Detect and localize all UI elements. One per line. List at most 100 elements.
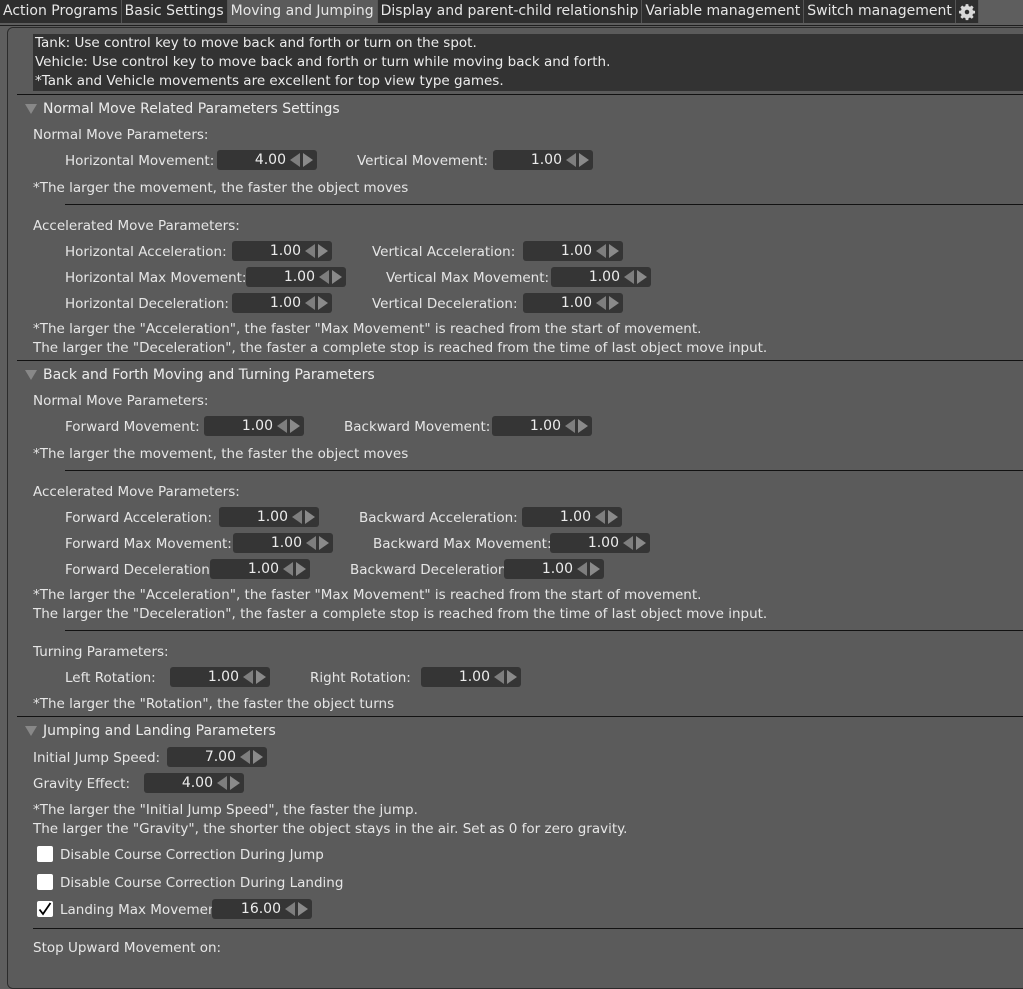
decrement-arrow-icon[interactable] [305, 296, 315, 310]
section-normal-move-header[interactable]: Normal Move Related Parameters Settings [25, 101, 340, 117]
increment-arrow-icon[interactable] [296, 562, 306, 576]
forward-deceleration-input[interactable]: 1.00 [210, 559, 310, 579]
tab-moving-and-jumping[interactable]: Moving and Jumping [227, 0, 378, 23]
increment-arrow-icon[interactable] [305, 510, 315, 524]
initial-jump-speed-input[interactable]: 7.00 [167, 747, 267, 767]
decrement-arrow-icon[interactable] [306, 536, 316, 550]
decrement-arrow-icon[interactable] [596, 296, 606, 310]
accelerated-move-heading: Accelerated Move Parameters: [33, 484, 240, 500]
deceleration-note: The larger the "Deceleration", the faste… [33, 606, 768, 622]
spin-value: 1.00 [559, 509, 591, 525]
left-rotation-input[interactable]: 1.00 [170, 667, 270, 687]
decrement-arrow-icon[interactable] [305, 244, 315, 258]
disable-landing-correction-label[interactable]: Disable Course Correction During Landing [60, 875, 343, 891]
divider [17, 94, 1023, 95]
increment-arrow-icon[interactable] [290, 419, 300, 433]
tab-switch-management[interactable]: Switch management [804, 0, 956, 23]
disable-jump-correction-checkbox[interactable] [37, 846, 53, 862]
section-title: Back and Forth Moving and Turning Parame… [43, 367, 375, 383]
horizontal-movement-input[interactable]: 4.00 [217, 150, 317, 170]
spin-value: 1.00 [283, 269, 315, 285]
info-line-tank: Tank: Use control key to move back and f… [35, 35, 477, 51]
landing-max-movement-checkbox[interactable] [37, 901, 53, 917]
right-rotation-input[interactable]: 1.00 [421, 667, 521, 687]
info-line-vehicle: Vehicle: Use control key to move back an… [35, 54, 611, 70]
tab-variable-management[interactable]: Variable management [642, 0, 805, 23]
backward-deceleration-input[interactable]: 1.00 [504, 559, 604, 579]
horizontal-acceleration-label: Horizontal Acceleration: [65, 244, 227, 260]
vertical-acceleration-input[interactable]: 1.00 [523, 241, 623, 261]
spin-value: 1.00 [529, 418, 561, 434]
increment-arrow-icon[interactable] [256, 670, 266, 684]
spin-value: 1.00 [270, 535, 302, 551]
decrement-arrow-icon[interactable] [277, 419, 287, 433]
settings-tab[interactable] [955, 0, 979, 23]
backward-movement-input[interactable]: 1.00 [492, 416, 592, 436]
increment-arrow-icon[interactable] [608, 510, 618, 524]
increment-arrow-icon[interactable] [319, 536, 329, 550]
increment-arrow-icon[interactable] [332, 270, 342, 284]
acceleration-note: *The larger the "Acceleration", the fast… [33, 321, 702, 337]
vertical-deceleration-input[interactable]: 1.00 [523, 293, 623, 313]
decrement-arrow-icon[interactable] [292, 510, 302, 524]
vertical-max-movement-input[interactable]: 1.00 [551, 267, 651, 287]
forward-movement-input[interactable]: 1.00 [204, 416, 304, 436]
tab-display-parent-child[interactable]: Display and parent-child relationship [377, 0, 643, 23]
horizontal-acceleration-input[interactable]: 1.00 [232, 241, 332, 261]
rotation-note: *The larger the "Rotation", the faster t… [33, 696, 395, 712]
increment-arrow-icon[interactable] [253, 750, 263, 764]
increment-arrow-icon[interactable] [609, 296, 619, 310]
gravity-effect-input[interactable]: 4.00 [144, 773, 244, 793]
tab-action-programs[interactable]: Action Programs [0, 0, 122, 23]
decrement-arrow-icon[interactable] [319, 270, 329, 284]
increment-arrow-icon[interactable] [318, 296, 328, 310]
decrement-arrow-icon[interactable] [595, 510, 605, 524]
decrement-arrow-icon[interactable] [624, 270, 634, 284]
increment-arrow-icon[interactable] [318, 244, 328, 258]
increment-arrow-icon[interactable] [609, 244, 619, 258]
decrement-arrow-icon[interactable] [285, 902, 295, 916]
increment-arrow-icon[interactable] [637, 270, 647, 284]
backward-max-movement-input[interactable]: 1.00 [550, 533, 650, 553]
increment-arrow-icon[interactable] [298, 902, 308, 916]
decrement-arrow-icon[interactable] [566, 153, 576, 167]
decrement-arrow-icon[interactable] [596, 244, 606, 258]
backward-acceleration-input[interactable]: 1.00 [522, 507, 622, 527]
section-jumping-header[interactable]: Jumping and Landing Parameters [25, 723, 276, 739]
disable-landing-correction-checkbox[interactable] [37, 874, 53, 890]
disable-jump-correction-label[interactable]: Disable Course Correction During Jump [60, 847, 324, 863]
landing-max-movement-input[interactable]: 16.00 [212, 899, 312, 919]
decrement-arrow-icon[interactable] [623, 536, 633, 550]
horizontal-max-movement-input[interactable]: 1.00 [246, 267, 346, 287]
section-back-forth-header[interactable]: Back and Forth Moving and Turning Parame… [25, 367, 375, 383]
increment-arrow-icon[interactable] [590, 562, 600, 576]
decrement-arrow-icon[interactable] [243, 670, 253, 684]
decrement-arrow-icon[interactable] [565, 419, 575, 433]
spin-value: 4.00 [254, 152, 286, 168]
decrement-arrow-icon[interactable] [577, 562, 587, 576]
vertical-movement-input[interactable]: 1.00 [493, 150, 593, 170]
tab-basic-settings[interactable]: Basic Settings [121, 0, 228, 23]
spin-value: 1.00 [560, 243, 592, 259]
forward-acceleration-input[interactable]: 1.00 [219, 507, 319, 527]
increment-arrow-icon[interactable] [636, 536, 646, 550]
spin-value: 1.00 [247, 561, 279, 577]
acceleration-note: *The larger the "Acceleration", the fast… [33, 587, 702, 603]
decrement-arrow-icon[interactable] [217, 776, 227, 790]
increment-arrow-icon[interactable] [230, 776, 240, 790]
increment-arrow-icon[interactable] [578, 419, 588, 433]
collapse-triangle-icon [25, 370, 37, 380]
forward-max-movement-input[interactable]: 1.00 [233, 533, 333, 553]
decrement-arrow-icon[interactable] [283, 562, 293, 576]
increment-arrow-icon[interactable] [507, 670, 517, 684]
horizontal-deceleration-input[interactable]: 1.00 [232, 293, 332, 313]
landing-max-movement-label[interactable]: Landing Max Movement [60, 902, 222, 918]
increment-arrow-icon[interactable] [303, 153, 313, 167]
spin-value: 1.00 [458, 669, 490, 685]
forward-deceleration-label: Forward Deceleration [65, 562, 210, 578]
increment-arrow-icon[interactable] [579, 153, 589, 167]
decrement-arrow-icon[interactable] [494, 670, 504, 684]
divider [17, 716, 1023, 717]
decrement-arrow-icon[interactable] [290, 153, 300, 167]
decrement-arrow-icon[interactable] [240, 750, 250, 764]
